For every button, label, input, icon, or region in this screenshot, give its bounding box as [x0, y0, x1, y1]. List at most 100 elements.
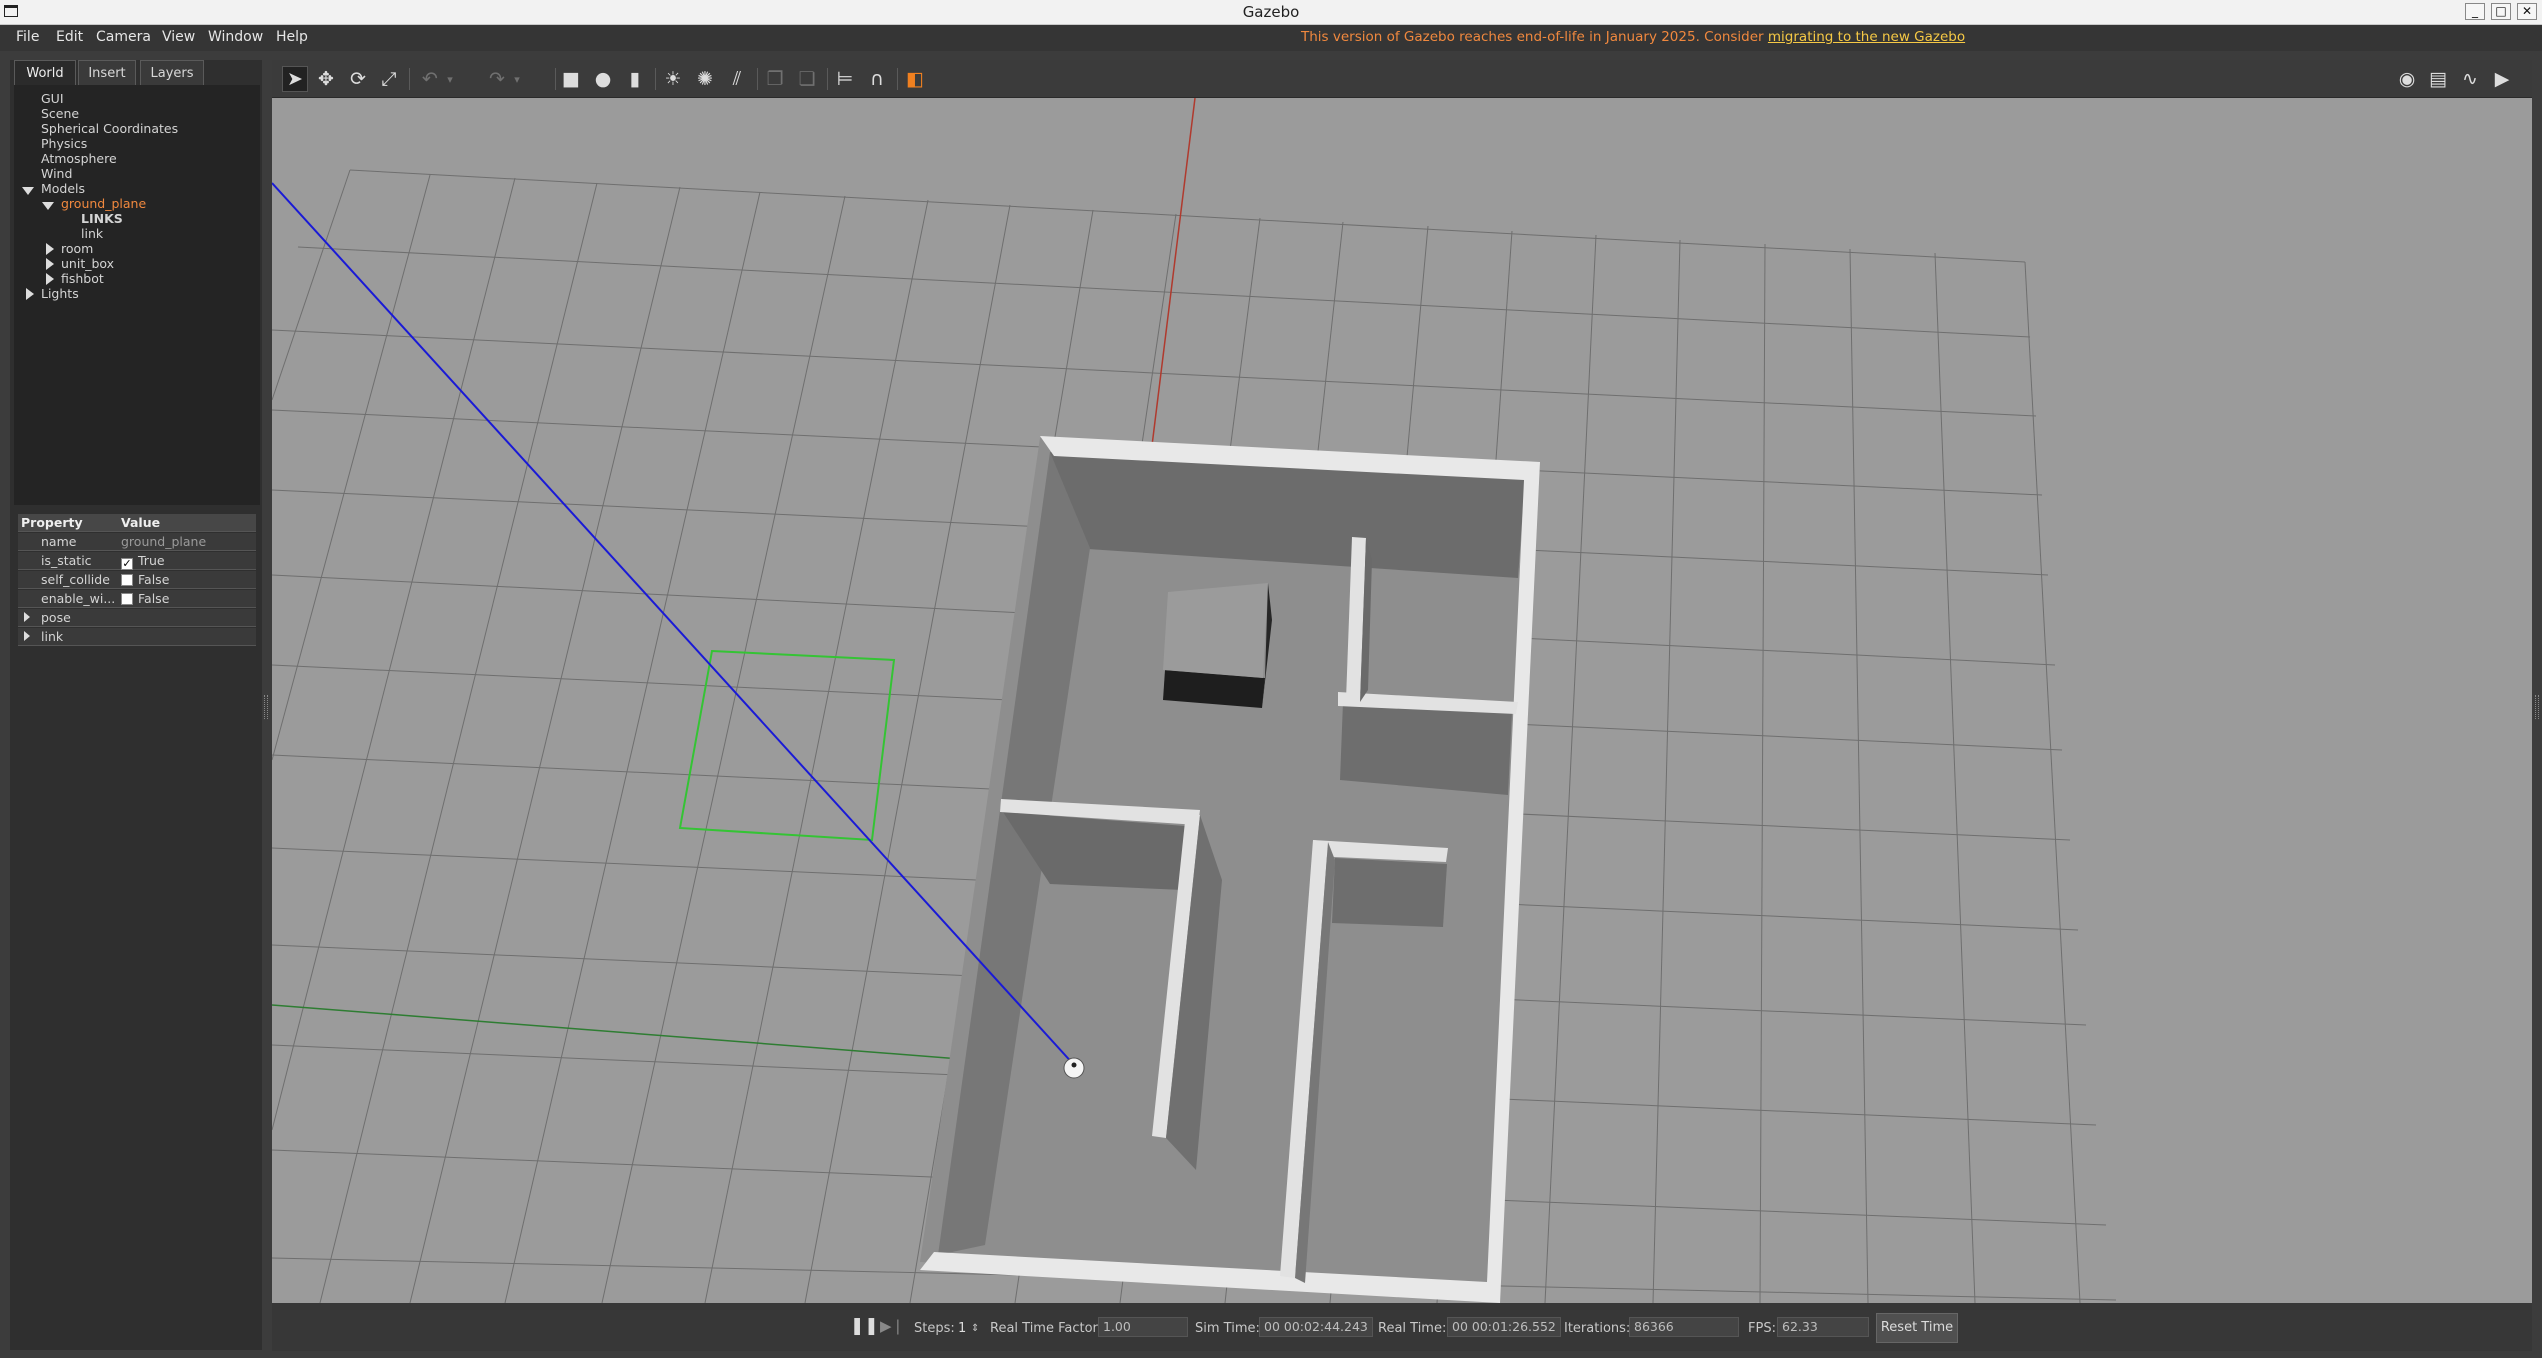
right-panel-splitter-handle[interactable]	[2535, 695, 2539, 719]
expand-pose-icon[interactable]	[24, 612, 30, 622]
eol-notice-text: This version of Gazebo reaches end-of-li…	[1301, 29, 1768, 45]
reset-time-button[interactable]: Reset Time	[1876, 1313, 1958, 1343]
eol-notice: This version of Gazebo reaches end-of-li…	[1301, 29, 1965, 45]
property-row-name: name ground_plane	[18, 533, 256, 551]
expand-link-icon[interactable]	[24, 631, 30, 641]
copy-icon[interactable]: ❐	[762, 66, 788, 92]
screenshot-icon[interactable]: ◉	[2394, 66, 2420, 92]
tab-insert[interactable]: Insert	[78, 60, 136, 85]
close-button[interactable]: ✕	[2517, 3, 2537, 20]
title-bar: Gazebo _ □ ✕	[0, 0, 2542, 25]
record-video-icon[interactable]: ▶	[2489, 66, 2515, 92]
is-static-checkbox[interactable]: ✓	[121, 558, 133, 570]
property-key: pose	[41, 610, 71, 625]
inner-wall-mid-face	[1332, 858, 1447, 927]
tree-item-wind[interactable]: Wind	[41, 166, 72, 181]
menu-help[interactable]: Help	[276, 29, 308, 45]
redo-icon[interactable]: ↷	[484, 66, 510, 92]
property-row-self-collide: self_collide False	[18, 571, 256, 589]
sim-time-value: 00 00:02:44.243	[1259, 1317, 1373, 1337]
menu-view[interactable]: View	[162, 29, 195, 45]
property-value: False	[138, 591, 170, 606]
unit-box-model[interactable]	[1163, 583, 1272, 708]
box-icon[interactable]: ■	[558, 66, 584, 92]
enable-wind-checkbox[interactable]	[121, 593, 133, 605]
expand-lights-icon[interactable]	[26, 288, 34, 300]
menu-file[interactable]: File	[16, 29, 39, 45]
tree-item-atmosphere[interactable]: Atmosphere	[41, 151, 117, 166]
tab-layers[interactable]: Layers	[140, 60, 204, 85]
step-icon[interactable]: ▶❘	[880, 1315, 904, 1337]
property-row-link[interactable]: link	[18, 628, 256, 646]
snap-icon[interactable]: ∩	[864, 66, 890, 92]
menu-window[interactable]: Window	[208, 29, 263, 45]
property-key: link	[41, 629, 64, 644]
tree-item-fishbot[interactable]: fishbot	[61, 271, 104, 286]
value-header: Value	[121, 515, 161, 530]
property-key: name	[41, 534, 77, 549]
tree-item-spherical-coordinates[interactable]: Spherical Coordinates	[41, 121, 178, 136]
plot-icon[interactable]: ∿	[2457, 66, 2483, 92]
property-row-pose[interactable]: pose	[18, 609, 256, 627]
menu-camera[interactable]: Camera	[96, 29, 151, 45]
align-icon[interactable]: ⊨	[832, 66, 858, 92]
scene-viewport[interactable]	[272, 98, 2532, 1303]
toolbar-separator	[555, 68, 556, 90]
cylinder-icon[interactable]: ▮	[622, 66, 648, 92]
maximize-button[interactable]: □	[2491, 3, 2511, 20]
iterations-label: Iterations:	[1564, 1321, 1631, 1336]
property-key: enable_wi...	[41, 591, 116, 606]
expand-unit-box-icon[interactable]	[46, 258, 54, 270]
tree-item-gui[interactable]: GUI	[41, 91, 64, 106]
menu-edit[interactable]: Edit	[56, 29, 83, 45]
rotate-icon[interactable]: ⟳	[345, 66, 371, 92]
panel-splitter-handle[interactable]	[264, 695, 268, 719]
tree-item-scene[interactable]: Scene	[41, 106, 79, 121]
paste-icon[interactable]: ❏	[794, 66, 820, 92]
scale-icon[interactable]: ⤢	[376, 66, 402, 92]
tree-item-link[interactable]: link	[81, 226, 103, 241]
toolbar-separator	[655, 68, 656, 90]
scene-canvas[interactable]	[272, 98, 2532, 1303]
fishbot-model[interactable]	[1063, 1057, 1085, 1079]
tree-item-models[interactable]: Models	[41, 181, 85, 196]
redo-dropdown-icon[interactable]: ▾	[509, 66, 525, 92]
log-icon[interactable]: ▤	[2425, 66, 2451, 92]
expand-ground-plane-icon[interactable]	[42, 202, 54, 210]
select-arrow-icon[interactable]: ➤	[282, 66, 308, 92]
sphere-icon[interactable]: ●	[590, 66, 616, 92]
translate-icon[interactable]: ✥	[313, 66, 339, 92]
tree-item-lights[interactable]: Lights	[41, 286, 79, 301]
tree-item-unit-box[interactable]: unit_box	[61, 256, 114, 271]
expand-room-icon[interactable]	[46, 243, 54, 255]
real-time-label: Real Time:	[1378, 1321, 1447, 1336]
steps-spinbox[interactable]: 1	[958, 1321, 966, 1336]
property-value: True	[138, 553, 165, 568]
expand-fishbot-icon[interactable]	[46, 273, 54, 285]
menu-bar: File Edit Camera View Window Help	[0, 25, 2542, 51]
tree-item-room[interactable]: room	[61, 241, 93, 256]
property-key: is_static	[41, 553, 92, 568]
point-light-icon[interactable]: ☀	[660, 66, 686, 92]
inner-wall-upper-right-face	[1340, 702, 1512, 795]
tree-item-ground-plane[interactable]: ground_plane	[61, 196, 146, 211]
rtf-value: 1.00	[1098, 1317, 1188, 1337]
minimize-button[interactable]: _	[2465, 3, 2485, 20]
undo-icon[interactable]: ↶	[417, 66, 443, 92]
directional-light-icon[interactable]: ⫽	[724, 66, 750, 92]
undo-dropdown-icon[interactable]: ▾	[442, 66, 458, 92]
world-tree: GUI Scene Spherical Coordinates Physics …	[14, 85, 260, 505]
tree-item-links-header: LINKS	[81, 211, 123, 226]
self-collide-checkbox[interactable]	[121, 574, 133, 586]
rtf-label: Real Time Factor:	[990, 1321, 1103, 1336]
steps-spinner-icon[interactable]: ⇕	[971, 1323, 979, 1334]
tab-world[interactable]: World	[14, 60, 76, 85]
property-value: ground_plane	[121, 534, 207, 549]
expand-models-icon[interactable]	[22, 187, 34, 195]
spot-light-icon[interactable]: ✺	[692, 66, 718, 92]
tree-item-physics[interactable]: Physics	[41, 136, 87, 151]
room-model[interactable]	[920, 436, 1540, 1303]
change-view-icon[interactable]: ◧	[902, 66, 928, 92]
migration-link[interactable]: migrating to the new Gazebo	[1768, 29, 1965, 45]
pause-icon[interactable]: ❚❚	[850, 1315, 879, 1337]
